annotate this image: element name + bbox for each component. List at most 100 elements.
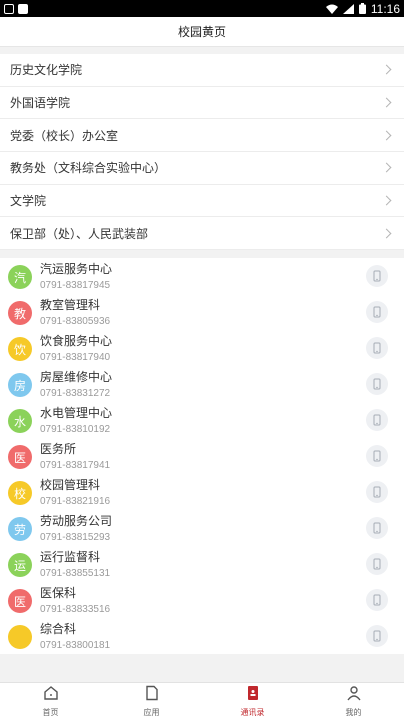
contact-item[interactable]: 房 房屋维修中心 0791-83831272 (0, 366, 404, 402)
contact-item[interactable]: 医 医务所 0791-83817941 (0, 438, 404, 474)
call-button[interactable] (366, 373, 388, 395)
phone-icon (373, 630, 381, 642)
contact-name: 运行监督科 (40, 550, 101, 564)
avatar: 医 (8, 589, 32, 613)
section-item[interactable]: 保卫部（处）、人民武装部 (0, 217, 404, 251)
contact-item[interactable]: 汽 汽运服务中心 0791-83817945 (0, 258, 404, 294)
contact-name: 劳动服务公司 (40, 514, 113, 528)
section-item[interactable]: 文学院 (0, 185, 404, 218)
tab-contacts-book[interactable]: 通讯录 (202, 683, 303, 720)
contact-item[interactable]: 运 运行监督科 0791-83855131 (0, 546, 404, 582)
clock: 11:16 (370, 1, 400, 16)
person-icon (346, 685, 362, 705)
tab-document[interactable]: 应用 (101, 683, 202, 720)
tab-label: 我的 (345, 708, 362, 717)
avatar: 房 (8, 373, 32, 397)
contact-phone: 0791-83817945 (40, 280, 111, 291)
contact-item[interactable]: 教 教室管理科 0791-83805936 (0, 294, 404, 330)
contact-item[interactable]: 综合科 0791-83800181 (0, 618, 404, 654)
phone-icon (373, 342, 381, 354)
section-item-label: 保卫部（处）、人民武装部 (10, 226, 149, 241)
call-button[interactable] (366, 337, 388, 359)
contact-name: 水电管理中心 (40, 406, 113, 420)
call-button[interactable] (366, 589, 388, 611)
chevron-right-icon (381, 130, 392, 141)
document-icon (144, 685, 160, 705)
page-header: 校园黄页 (0, 17, 404, 47)
call-button[interactable] (366, 625, 388, 647)
chevron-right-icon (381, 97, 392, 108)
tab-label: 应用 (143, 708, 160, 717)
phone-icon (373, 486, 381, 498)
contact-item[interactable]: 医 医保科 0791-83833516 (0, 582, 404, 618)
chevron-right-icon (381, 195, 392, 206)
system-status: 11:16 (325, 1, 400, 16)
avatar: 教 (8, 301, 32, 325)
notification-icon (4, 3, 14, 14)
call-button[interactable] (366, 481, 388, 503)
phone-icon (373, 594, 381, 606)
chevron-right-icon (381, 228, 392, 239)
contact-phone: 0791-83805936 (40, 316, 111, 327)
signal-icon (342, 3, 354, 14)
contact-phone: 0791-83833516 (40, 604, 111, 615)
contact-phone: 0791-83817940 (40, 352, 111, 363)
phone-icon (373, 450, 381, 462)
home-icon (43, 685, 59, 705)
section-item[interactable]: 外国语学院 (0, 87, 404, 120)
chevron-right-icon (381, 162, 392, 173)
chevron-right-icon (381, 64, 392, 75)
contact-list: 汽 汽运服务中心 0791-83817945 教 教室管理科 0791-8380… (0, 258, 404, 654)
wifi-icon (325, 4, 338, 14)
tab-label: 通讯录 (240, 708, 265, 717)
contact-name: 汽运服务中心 (40, 262, 113, 276)
call-button[interactable] (366, 553, 388, 575)
contact-phone: 0791-83815293 (40, 532, 111, 543)
avatar: 汽 (8, 265, 32, 289)
avatar: 劳 (8, 517, 32, 541)
avatar: 水 (8, 409, 32, 433)
phone-icon (373, 306, 381, 318)
call-button[interactable] (366, 517, 388, 539)
bottom-tab-bar: 首页 应用 通讯录 我的 (0, 682, 404, 720)
section-item-label: 党委（校长）办公室 (10, 128, 119, 143)
contact-item[interactable]: 饮 饮食服务中心 0791-83817940 (0, 330, 404, 366)
avatar: 校 (8, 481, 32, 505)
battery-icon (358, 3, 366, 14)
phone-icon (373, 378, 381, 390)
phone-icon (373, 270, 381, 282)
avatar: 运 (8, 553, 32, 577)
contact-item[interactable]: 水 水电管理中心 0791-83810192 (0, 402, 404, 438)
section-item[interactable]: 历史文化学院 (0, 54, 404, 87)
contact-phone: 0791-83810192 (40, 424, 111, 435)
contact-name: 饮食服务中心 (40, 334, 113, 348)
section-item-label: 历史文化学院 (10, 63, 83, 78)
section-item[interactable]: 党委（校长）办公室 (0, 119, 404, 153)
call-button[interactable] (366, 445, 388, 467)
contact-item[interactable]: 劳 劳动服务公司 0791-83815293 (0, 510, 404, 546)
avatar (8, 625, 32, 649)
contact-name: 房屋维修中心 (40, 370, 113, 384)
notification-icons (4, 3, 28, 14)
section-list: 历史文化学院 外国语学院党委（校长）办公室教务处（文科综合实验中心） 文学院保卫部（… (0, 54, 404, 251)
contact-phone: 0791-83855131 (40, 568, 111, 579)
contact-name: 医保科 (40, 586, 77, 600)
section-item-label: 外国语学院 (10, 96, 71, 111)
contact-phone: 0791-83821916 (40, 496, 111, 507)
tab-home[interactable]: 首页 (0, 683, 101, 720)
contact-phone: 0791-83817941 (40, 460, 111, 471)
avatar: 饮 (8, 337, 32, 361)
call-button[interactable] (366, 265, 388, 287)
status-bar: 11:16 (0, 0, 404, 17)
tab-person[interactable]: 我的 (303, 683, 404, 720)
contact-item[interactable]: 校 校园管理科 0791-83821916 (0, 474, 404, 510)
contact-name: 教室管理科 (40, 298, 101, 312)
section-item-label: 教务处（文科综合实验中心） (10, 161, 167, 176)
call-button[interactable] (366, 409, 388, 431)
phone-icon (373, 522, 381, 534)
section-item[interactable]: 教务处（文科综合实验中心） (0, 152, 404, 185)
section-item-label: 文学院 (10, 194, 47, 209)
call-button[interactable] (366, 301, 388, 323)
contact-phone: 0791-83831272 (40, 388, 111, 399)
contact-name: 医务所 (40, 442, 77, 456)
